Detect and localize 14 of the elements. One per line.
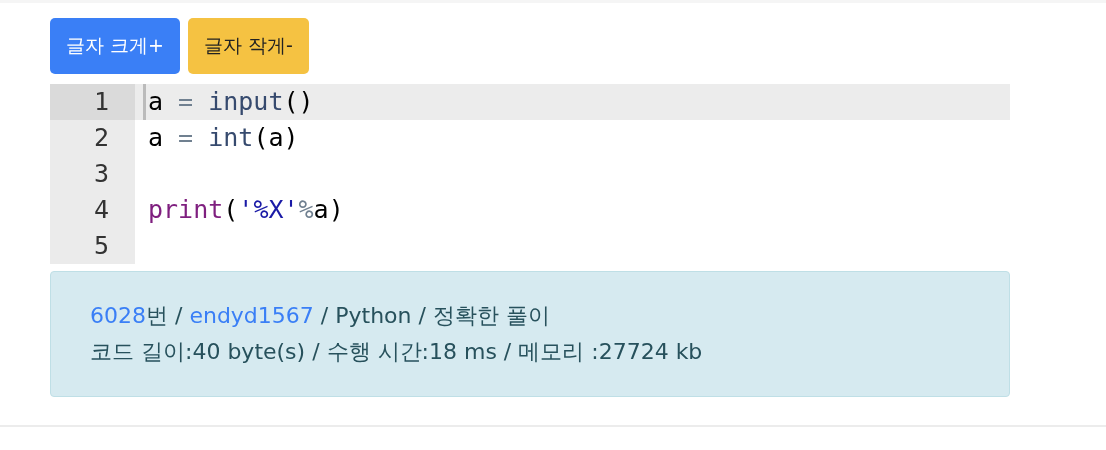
code-editor[interactable]: 1 a = input() 2 a = int(a) 3 4 print('%X'%a) 5 <box>50 84 1010 264</box>
code-line: a = int(a) <box>147 122 299 154</box>
line-number: 4 <box>50 192 135 228</box>
line-number: 3 <box>50 156 135 192</box>
result-info: 6028번 / endyd1567 / Python / 정확한 풀이 <box>90 302 551 330</box>
result-info: 코드 길이:40 byte(s) / 수행 시간:18 ms / 메모리 :27724 kb <box>90 338 704 366</box>
line-number: 2 <box>50 120 135 156</box>
result-link[interactable]: endyd1567 <box>189 303 314 328</box>
font-decrease-button[interactable]: 글자 작게- <box>187 18 309 74</box>
font-increase-button[interactable]: 글자 크게+ <box>50 18 180 74</box>
line-number: 1 <box>50 84 135 120</box>
line-number: 5 <box>50 228 135 264</box>
result-link[interactable]: 6028 <box>90 303 146 328</box>
code-line: print('%X'%a) <box>147 194 344 226</box>
